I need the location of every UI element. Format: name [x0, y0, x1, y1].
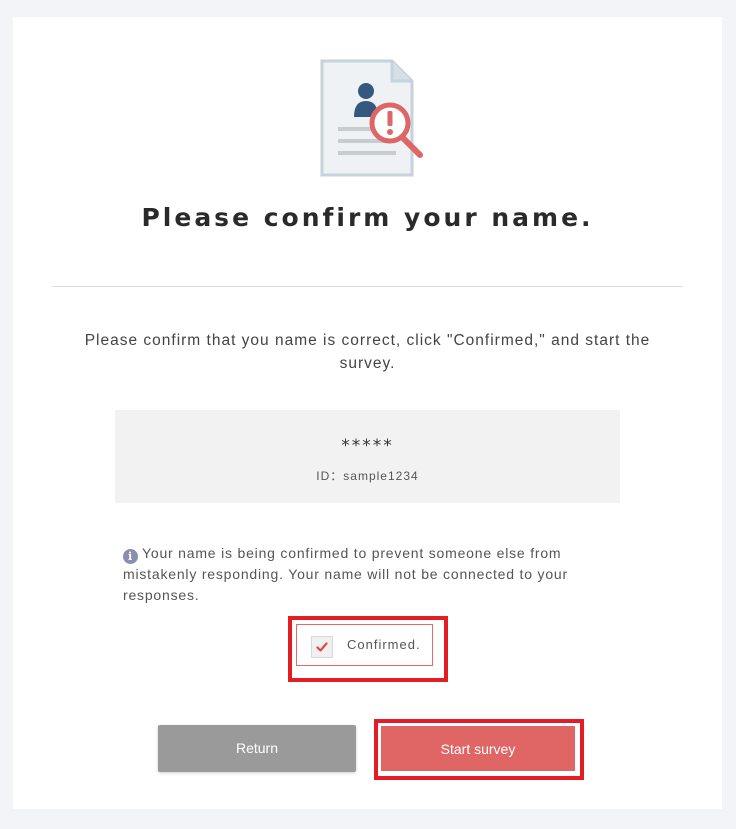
confirmed-checkbox[interactable]	[311, 636, 333, 658]
page-title: Please confirm your name.	[141, 203, 594, 232]
confirmed-checkbox-control[interactable]: Confirmed.	[296, 624, 433, 666]
privacy-notice-text: Your name is being confirmed to prevent …	[123, 545, 568, 603]
masked-name: *****	[341, 436, 394, 456]
document-search-alert-icon	[320, 59, 423, 177]
start-survey-button[interactable]: Start survey	[380, 725, 576, 772]
confirm-name-card: Please confirm your name. Please confirm…	[13, 17, 722, 809]
privacy-notice: i Your name is being confirmed to prevent…	[123, 543, 623, 605]
user-id-text: ID：sample1234	[316, 469, 419, 483]
instruction-text: Please confirm that you name is correct,…	[84, 332, 651, 372]
checkmark-icon	[316, 642, 328, 652]
return-button[interactable]: Return	[158, 725, 356, 772]
divider	[52, 286, 683, 287]
name-panel: ***** ID：sample1234	[115, 410, 620, 503]
info-icon: i	[123, 549, 138, 564]
confirmed-label: Confirmed.	[347, 637, 421, 652]
